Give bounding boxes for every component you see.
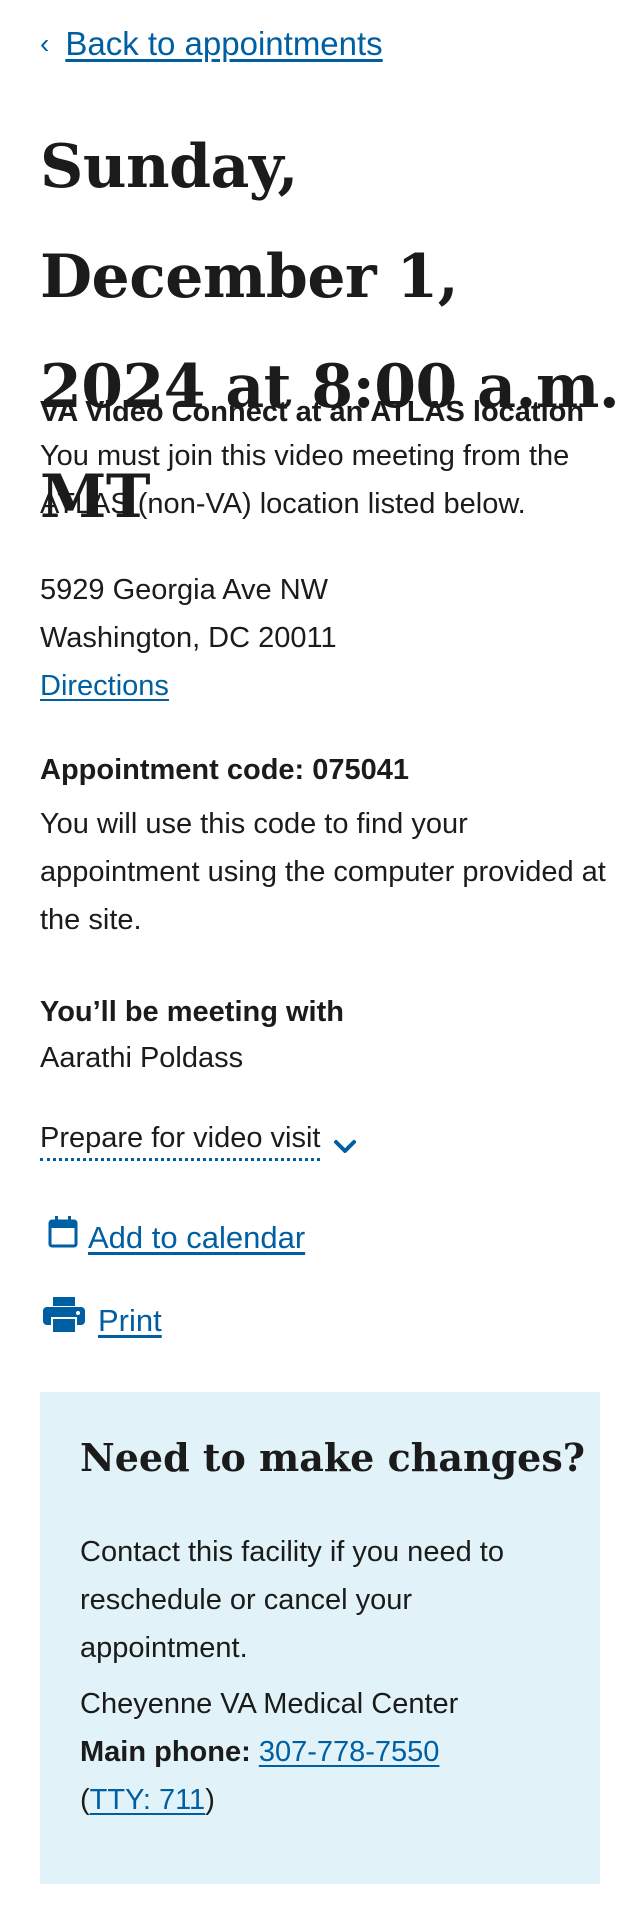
appointment-type-section: VA Video Connect at an ATLAS location Yo… xyxy=(40,392,610,528)
tty-line: (TTY: 711) xyxy=(80,1776,570,1824)
location-address: 5929 Georgia Ave NW Washington, DC 20011… xyxy=(40,566,610,710)
tty-close-paren: ) xyxy=(205,1784,215,1816)
chevron-down-icon xyxy=(332,1127,358,1153)
meeting-with-label: You’ll be meeting with xyxy=(40,996,344,1028)
main-phone-label: Main phone: xyxy=(80,1736,251,1768)
printer-icon xyxy=(42,1296,86,1346)
directions-link[interactable]: Directions xyxy=(40,670,169,702)
chevron-left-icon: ‹ xyxy=(40,28,50,59)
need-to-make-changes-box: Need to make changes? Contact this facil… xyxy=(40,1392,600,1884)
back-to-appointments[interactable]: ‹ Back to appointments xyxy=(40,22,383,66)
changes-description: Contact this facility if you need to res… xyxy=(80,1536,504,1664)
appointment-type-description: You must join this video meeting from th… xyxy=(40,440,570,520)
address-line-2: Washington, DC 20011 xyxy=(40,622,337,654)
facility-contact: Cheyenne VA Medical Center Main phone: 3… xyxy=(80,1680,570,1824)
add-to-calendar-button[interactable]: Add to calendar xyxy=(48,1216,305,1260)
appointment-code-description: You will use this code to find your appo… xyxy=(40,808,606,936)
tty-open-paren: ( xyxy=(80,1784,90,1816)
appointment-detail-page: ‹ Back to appointments Sunday, December … xyxy=(0,0,640,1917)
provider-name: Aarathi Poldass xyxy=(40,1042,244,1074)
main-phone-link[interactable]: 307-778-7550 xyxy=(259,1736,440,1768)
calendar-icon xyxy=(48,1216,78,1260)
appointment-code: Appointment code: 075041 xyxy=(40,754,410,786)
prepare-for-video-visit-label: Prepare for video visit xyxy=(40,1118,321,1161)
facility-name: Cheyenne VA Medical Center xyxy=(80,1688,459,1720)
print-link[interactable]: Print xyxy=(98,1299,162,1343)
main-phone-line: Main phone: 307-778-7550 xyxy=(80,1728,570,1776)
tty-link[interactable]: TTY: 711 xyxy=(90,1784,206,1816)
back-to-appointments-link[interactable]: Back to appointments xyxy=(65,22,382,66)
changes-heading: Need to make changes? xyxy=(80,1435,586,1480)
address-line-1: 5929 Georgia Ave NW xyxy=(40,574,329,606)
appointment-type-title: VA Video Connect at an ATLAS location xyxy=(40,396,585,428)
prepare-for-video-visit-toggle[interactable]: Prepare for video visit xyxy=(40,1118,358,1161)
appointment-code-section: Appointment code: 075041 You will use th… xyxy=(40,746,610,944)
print-button[interactable]: Print xyxy=(42,1296,162,1346)
add-to-calendar-link[interactable]: Add to calendar xyxy=(88,1216,305,1260)
meeting-with-section: You’ll be meeting with Aarathi Poldass xyxy=(40,990,610,1082)
